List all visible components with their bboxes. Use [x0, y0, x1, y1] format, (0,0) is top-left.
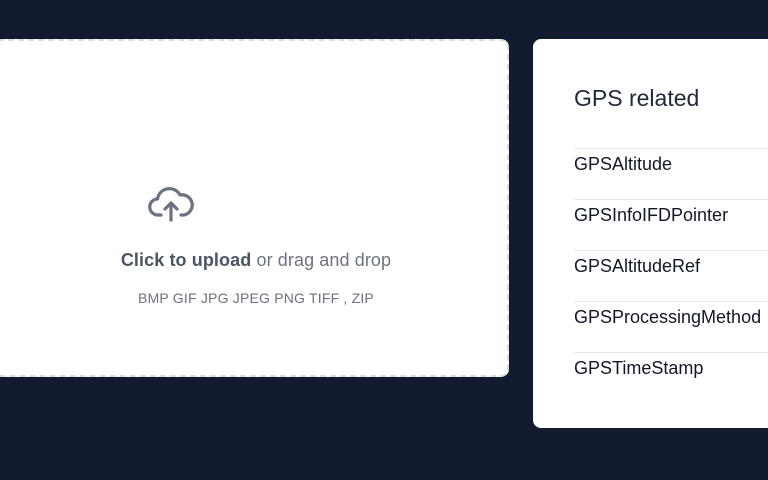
gps-related-panel: GPS related GPSAltitude GPSInfoIFDPointe…: [533, 39, 768, 428]
gps-field-item: GPSTimeStamp: [574, 352, 768, 403]
upload-dropzone[interactable]: Click to upload or drag and drop BMP GIF…: [0, 39, 509, 377]
click-to-upload-link[interactable]: Click to upload: [121, 250, 252, 270]
supported-formats: BMP GIF JPG JPEG PNG TIFF , ZIP: [138, 290, 374, 306]
gps-field-item: GPSAltitudeRef: [574, 250, 768, 301]
drag-drop-text: or drag and drop: [256, 250, 392, 270]
gps-field-item: GPSProcessingMethod: [574, 301, 768, 352]
cloud-upload-icon: [148, 187, 194, 222]
page: Click to upload or drag and drop BMP GIF…: [0, 0, 768, 480]
gps-field-list: GPSAltitude GPSInfoIFDPointer GPSAltitud…: [574, 148, 768, 403]
gps-field-item: GPSAltitude: [574, 148, 768, 199]
upload-instruction: Click to upload or drag and drop: [0, 250, 530, 271]
gps-panel-title: GPS related: [574, 85, 700, 111]
gps-field-item: GPSInfoIFDPointer: [574, 199, 768, 250]
